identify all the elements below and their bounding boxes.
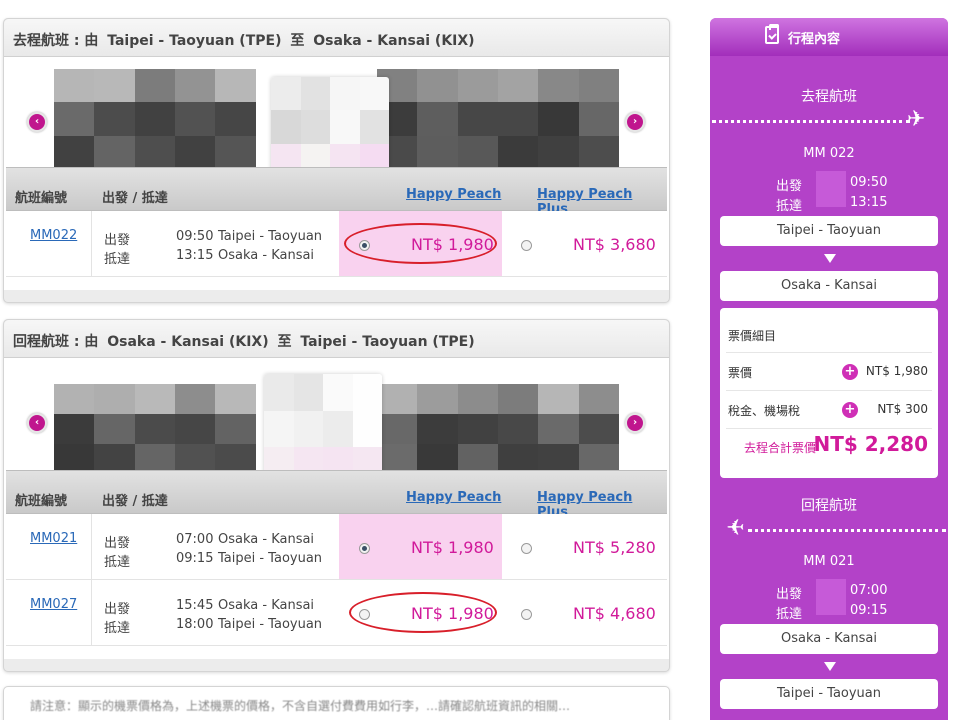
- outbound-selected-date[interactable]: [271, 77, 389, 177]
- happy-peach-fare-cell[interactable]: NT$ 1,980: [339, 580, 502, 645]
- outbound-panel: 去程航班 : 由 Taipei - Taoyuan (TPE) 至 Osaka …: [3, 18, 670, 303]
- clipboard-check-icon: [765, 24, 779, 44]
- plus-circle-icon[interactable]: +: [842, 364, 858, 380]
- arrow-down-icon: [824, 254, 836, 263]
- table-row: MM027 出發 抵達 15:45 Osaka - Kansai 18:00 T…: [6, 580, 667, 646]
- outbound-body: ‹ › 航班編號 出發 / 抵達 Happy Peach Happy Peach…: [4, 57, 669, 290]
- sidebar-inbound-label: 回程航班: [801, 498, 857, 514]
- outbound-date-carousel: ‹ ›: [4, 57, 669, 177]
- fare-breakdown-title: 票價細目: [728, 329, 777, 343]
- sidebar-title: 行程內容: [788, 32, 841, 47]
- happy-peach-price: NT$ 1,980: [411, 538, 494, 557]
- sidebar-header: 行程內容: [710, 18, 948, 56]
- happy-peach-plus-price: NT$ 4,680: [573, 604, 656, 623]
- outbound-title: 去程航班 : 由 Taipei - Taoyuan (TPE) 至 Osaka …: [4, 19, 669, 57]
- dotted-route-line: [748, 529, 946, 532]
- happy-peach-plus-radio[interactable]: [521, 609, 532, 620]
- col-happy-peach-link[interactable]: Happy Peach: [406, 490, 501, 505]
- notice-text: 請注意：顯示的機票價格為，上述機票的價格，不含自選付費費用如行李，…請確認航班資…: [30, 699, 571, 713]
- itinerary-sidebar: 行程內容 去程航班 ✈ MM 022 出發 抵達 09:50 13:15 Tai…: [710, 18, 948, 720]
- happy-peach-fare-cell[interactable]: NT$ 1,980: [339, 211, 502, 276]
- col-dep-arr: 出發 / 抵達: [102, 494, 168, 509]
- happy-peach-radio[interactable]: [359, 543, 370, 554]
- sidebar-inbound-flight: MM 021: [803, 554, 855, 569]
- happy-peach-plus-price: NT$ 5,280: [573, 538, 656, 557]
- inbound-date-carousel: ‹ ›: [4, 358, 669, 484]
- sidebar-outbound-label: 去程航班: [801, 89, 857, 105]
- chevron-right-icon[interactable]: ›: [625, 413, 645, 433]
- happy-peach-fare-cell[interactable]: NT$ 1,980: [339, 514, 502, 579]
- inbound-body: ‹ › 航班編號 出發 / 抵達 Happy Peach Happy Peach…: [4, 358, 669, 659]
- flight-number-link[interactable]: MM021: [30, 531, 77, 546]
- plus-circle-icon[interactable]: +: [842, 402, 858, 418]
- annotation-circle: [349, 592, 497, 633]
- table-row: MM021 出發 抵達 07:00 Osaka - Kansai 09:15 T…: [6, 514, 667, 580]
- chevron-right-icon[interactable]: ›: [625, 112, 645, 132]
- col-happy-peach-link[interactable]: Happy Peach: [406, 187, 501, 202]
- sidebar-outbound-to: Osaka - Kansai: [720, 271, 938, 301]
- date-mask: [816, 171, 846, 207]
- happy-peach-plus-radio[interactable]: [521, 543, 532, 554]
- dotted-route-line: [712, 120, 910, 123]
- inbound-title: 回程航班 : 由 Osaka - Kansai (KIX) 至 Taipei -…: [4, 320, 669, 358]
- airplane-right-icon: ✈: [907, 107, 926, 132]
- flight-number-link[interactable]: MM022: [30, 228, 77, 243]
- table-row: MM022 出發 抵達 09:50 Taipei - Taoyuan 13:15…: [6, 211, 667, 277]
- col-flight-number: 航班編號: [15, 494, 68, 509]
- col-dep-arr: 出發 / 抵達: [102, 191, 168, 206]
- sidebar-outbound-from: Taipei - Taoyuan: [720, 216, 938, 246]
- notice-panel: 請注意：顯示的機票價格為，上述機票的價格，不含自選付費費用如行李，…請確認航班資…: [3, 686, 670, 720]
- inbound-selected-date[interactable]: [264, 374, 382, 484]
- chevron-left-icon[interactable]: ‹: [27, 112, 47, 132]
- inbound-panel: 回程航班 : 由 Osaka - Kansai (KIX) 至 Taipei -…: [3, 319, 670, 672]
- sidebar-outbound-flight: MM 022: [803, 146, 855, 161]
- inbound-table-header: 航班編號 出發 / 抵達 Happy Peach Happy Peach Plu…: [6, 470, 667, 520]
- airplane-left-icon: ✈: [726, 516, 745, 541]
- outbound-table-header: 航班編號 出發 / 抵達 Happy Peach Happy Peach Plu…: [6, 167, 667, 217]
- date-mask: [816, 579, 846, 615]
- outbound-total-label: 去程合計票價: [744, 441, 817, 455]
- fare-breakdown: 票價細目 票價 + NT$ 1,980 稅金、機場稅 + NT$ 300 去程合…: [720, 308, 938, 478]
- outbound-total-value: NT$ 2,280: [813, 432, 928, 456]
- happy-peach-plus-radio[interactable]: [521, 240, 532, 251]
- chevron-left-icon[interactable]: ‹: [27, 413, 47, 433]
- happy-peach-plus-price: NT$ 3,680: [573, 235, 656, 254]
- annotation-circle: [344, 223, 497, 264]
- arrow-down-icon: [824, 662, 836, 671]
- sidebar-inbound-to: Taipei - Taoyuan: [720, 679, 938, 709]
- col-flight-number: 航班編號: [15, 191, 68, 206]
- flight-number-link[interactable]: MM027: [30, 597, 77, 612]
- sidebar-inbound-from: Osaka - Kansai: [720, 624, 938, 654]
